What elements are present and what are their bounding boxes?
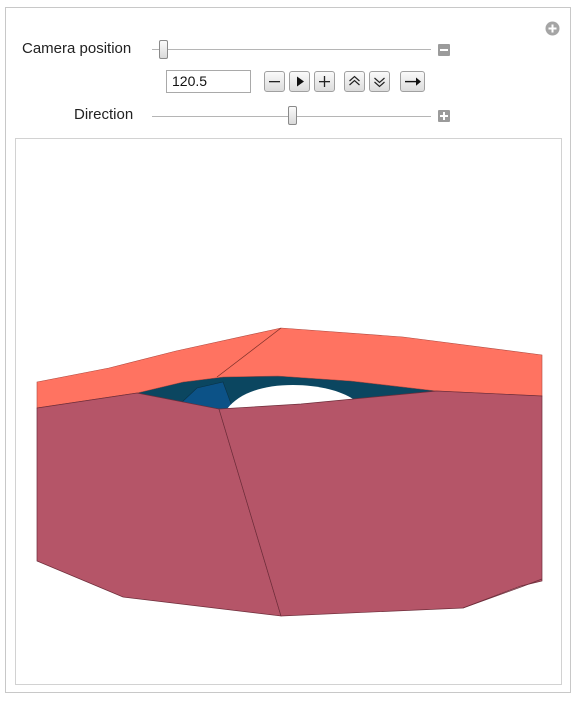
camera-position-slider-track[interactable] bbox=[152, 49, 431, 50]
direction-arrow-icon bbox=[405, 77, 421, 86]
step-forward-button[interactable] bbox=[314, 71, 335, 92]
faster-button[interactable] bbox=[344, 71, 365, 92]
minus-box-icon[interactable] bbox=[438, 44, 450, 56]
plus-box-icon[interactable] bbox=[438, 110, 450, 122]
3d-surface-render bbox=[36, 327, 543, 617]
3d-graphics-viewport[interactable] bbox=[15, 138, 562, 685]
direction-slider-thumb[interactable] bbox=[288, 106, 297, 125]
slower-button[interactable] bbox=[369, 71, 390, 92]
faster-icon bbox=[349, 75, 360, 86]
camera-position-value-field[interactable]: 120.5 bbox=[166, 70, 251, 93]
play-button[interactable] bbox=[289, 71, 310, 92]
camera-position-label: Camera position bbox=[22, 40, 132, 57]
play-icon bbox=[297, 76, 304, 87]
direction-label: Direction bbox=[74, 106, 134, 123]
camera-position-slider-thumb[interactable] bbox=[159, 40, 168, 59]
step-back-button[interactable] bbox=[264, 71, 285, 92]
minus-icon bbox=[269, 81, 280, 83]
plus-circle-icon[interactable] bbox=[545, 21, 560, 36]
direction-button[interactable] bbox=[400, 71, 425, 92]
plus-icon bbox=[319, 76, 330, 87]
slower-icon bbox=[374, 77, 385, 88]
